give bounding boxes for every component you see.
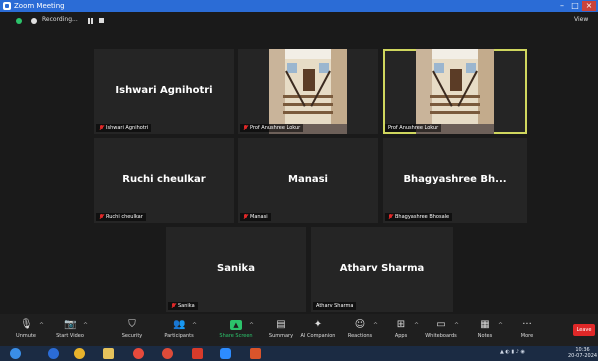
participant-name: Ruchi cheulkar xyxy=(122,173,206,185)
participant-video xyxy=(416,49,494,134)
media-player-icon[interactable] xyxy=(74,348,85,359)
chevron-up-icon[interactable]: ^ xyxy=(39,322,44,329)
mic-muted-icon xyxy=(99,124,104,131)
mic-muted-icon xyxy=(243,213,248,220)
zoom-taskbar-icon[interactable] xyxy=(220,348,231,359)
encryption-shield-icon[interactable] xyxy=(16,18,22,24)
apps-icon: ⊞ xyxy=(396,319,406,330)
system-tray-icons[interactable]: ▲ ◐ ▮ ♪ ◉ xyxy=(500,349,525,355)
whiteboard-icon: ▭ xyxy=(436,319,446,330)
participant-name-tag: Ishwari Agnihotri xyxy=(96,124,152,132)
microphone-muted-icon: 🎙 xyxy=(20,319,33,330)
participant-name: Ishwari Agnihotri xyxy=(115,84,213,96)
share-screen-button[interactable]: ▲ ^ Share Screen xyxy=(214,318,258,344)
participants-button[interactable]: 👥 ^ Participants xyxy=(157,318,201,344)
notes-icon: ▦ xyxy=(480,319,490,330)
security-button[interactable]: ⛉ Security xyxy=(110,318,154,344)
chevron-up-icon[interactable]: ^ xyxy=(498,322,503,329)
minimize-button[interactable]: – xyxy=(556,1,568,11)
chevron-up-icon[interactable]: ^ xyxy=(83,322,88,329)
view-button[interactable]: View xyxy=(574,16,588,23)
participant-tile[interactable]: Manasi Manasi xyxy=(238,138,378,223)
participant-name: Atharv Sharma xyxy=(339,262,425,274)
clock-date: 20-07-2024 xyxy=(568,353,598,359)
meeting-top-bar: Recording... View xyxy=(0,12,598,30)
participant-name: Sanika xyxy=(217,262,255,274)
participant-name-tag: Prof Anushree Lokur xyxy=(240,124,304,132)
stop-recording-icon[interactable] xyxy=(99,18,104,23)
chevron-up-icon[interactable]: ^ xyxy=(373,322,378,329)
chevron-up-icon[interactable]: ^ xyxy=(192,322,197,329)
participant-tile[interactable]: Sanika Sanika xyxy=(166,227,306,312)
mic-muted-icon xyxy=(388,213,393,220)
participant-name-tag: Manasi xyxy=(240,213,271,221)
participant-name: Bhagyashree Bh... xyxy=(403,173,507,185)
file-explorer-icon[interactable] xyxy=(103,348,114,359)
participant-tile-active-speaker[interactable]: Prof Anushree Lokur xyxy=(383,49,527,134)
participant-name-tag: Sanika xyxy=(168,302,198,310)
more-button[interactable]: ··· More xyxy=(505,318,549,344)
chrome-icon[interactable] xyxy=(162,348,173,359)
whiteboards-button[interactable]: ▭ ^ Whiteboards xyxy=(419,318,463,344)
participant-tile[interactable]: Bhagyashree Bh... Bhagyashree Bhosale xyxy=(383,138,527,223)
window-title: Zoom Meeting xyxy=(14,2,65,10)
start-video-button[interactable]: 📷 ^ Start Video xyxy=(48,318,92,344)
recording-label: Recording... xyxy=(42,16,78,23)
participant-tile[interactable]: Ruchi cheulkar Ruchi cheulkar xyxy=(94,138,234,223)
firefox-icon[interactable] xyxy=(133,348,144,359)
pdf-reader-icon[interactable] xyxy=(192,348,203,359)
window-title-bar: Zoom Meeting – □ × xyxy=(0,0,598,12)
unmute-button[interactable]: 🎙 ^ Unmute xyxy=(4,318,48,344)
camera-off-icon: 📷 xyxy=(64,319,77,330)
chevron-up-icon[interactable]: ^ xyxy=(249,322,254,329)
shield-icon: ⛉ xyxy=(128,319,136,330)
participant-name-tag: Prof Anushree Lokur xyxy=(385,124,442,132)
start-button-icon[interactable] xyxy=(10,348,21,359)
participant-name: Manasi xyxy=(288,173,328,185)
ai-companion-button[interactable]: ✦ AI Companion xyxy=(296,318,340,344)
browser-icon[interactable] xyxy=(48,348,59,359)
participants-icon: 👥 xyxy=(173,319,186,330)
more-icon: ··· xyxy=(522,319,532,330)
close-window-button[interactable]: × xyxy=(582,1,596,11)
share-screen-icon: ▲ xyxy=(230,320,242,330)
maximize-button[interactable]: □ xyxy=(569,1,581,11)
apps-button[interactable]: ⊞ ^ Apps xyxy=(379,318,423,344)
participant-tile[interactable]: Atharv Sharma Atharv Sharma xyxy=(311,227,453,312)
notes-button[interactable]: ▦ ^ Notes xyxy=(463,318,507,344)
chevron-up-icon[interactable]: ^ xyxy=(454,322,459,329)
presentation-app-icon[interactable] xyxy=(250,348,261,359)
reactions-icon: ☺ xyxy=(354,319,366,330)
mic-muted-icon xyxy=(99,213,104,220)
recording-indicator-icon xyxy=(31,18,37,24)
mic-muted-icon xyxy=(171,302,176,309)
zoom-app-icon xyxy=(3,2,11,10)
mic-muted-icon xyxy=(243,124,248,131)
participant-tile[interactable]: Prof Anushree Lokur xyxy=(238,49,378,134)
meeting-toolbar: 🎙 ^ Unmute 📷 ^ Start Video ⛉ Security 👥 … xyxy=(0,314,598,346)
summary-icon: ▤ xyxy=(276,319,286,330)
participant-name-tag: Bhagyashree Bhosale xyxy=(385,213,453,221)
pause-recording-icon[interactable] xyxy=(88,18,94,24)
participant-video xyxy=(269,49,347,134)
participant-name-tag: Atharv Sharma xyxy=(313,302,357,310)
leave-meeting-button[interactable]: Leave xyxy=(573,324,595,336)
participant-name-tag: Ruchi cheulkar xyxy=(96,213,146,221)
windows-taskbar: ▲ ◐ ▮ ♪ ◉ 10:36 20-07-2024 xyxy=(0,346,598,361)
ai-companion-icon: ✦ xyxy=(313,319,323,330)
clock[interactable]: 10:36 20-07-2024 xyxy=(568,347,597,359)
reactions-button[interactable]: ☺ ^ Reactions xyxy=(338,318,382,344)
participant-tile[interactable]: Ishwari Agnihotri Ishwari Agnihotri xyxy=(94,49,234,134)
